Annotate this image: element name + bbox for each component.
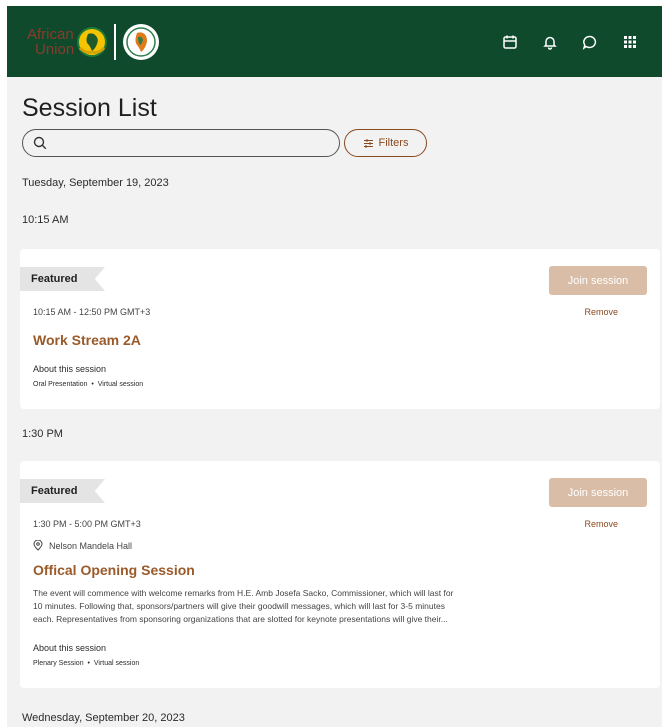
filters-button[interactable]: Filters [344, 129, 427, 157]
about-session-link[interactable]: About this session [33, 364, 106, 374]
session-tag: Oral Presentation [33, 381, 88, 388]
join-session-button[interactable]: Join session [549, 266, 647, 295]
remove-link[interactable]: Remove [584, 307, 618, 317]
description-line: The event will commence with welcome rem… [33, 588, 454, 598]
tag-separator: • [85, 660, 92, 667]
logo-wordmark: African Union [27, 27, 74, 57]
search-box[interactable] [22, 129, 340, 157]
search-input[interactable] [53, 135, 313, 151]
time-slot-heading: 10:15 AM [22, 214, 69, 226]
chat-icon[interactable] [570, 30, 610, 54]
description-line: 10 minutes. Following that, sponsors/par… [33, 601, 445, 611]
session-card[interactable]: Featured Join session Remove 10:15 AM - … [20, 249, 660, 409]
time-slot-heading: 1:30 PM [22, 428, 63, 440]
filters-label: Filters [378, 137, 409, 149]
session-description: The event will commence with welcome rem… [33, 587, 533, 626]
join-session-button[interactable]: Join session [549, 478, 647, 507]
session-tag: Virtual session [97, 381, 144, 388]
location-name: Nelson Mandela Hall [49, 540, 133, 551]
top-navigation-bar: African Union [7, 6, 662, 77]
session-tag: Virtual session [93, 660, 140, 667]
header-actions [490, 30, 650, 54]
about-session-link[interactable]: About this session [33, 643, 106, 653]
organization-logo[interactable]: African Union [27, 21, 160, 63]
app-frame: African Union Session List Filters Tuesd… [7, 6, 662, 727]
description-line: each. Representatives from sponsoring or… [33, 614, 448, 624]
session-tags: Oral Presentation • Virtual session [33, 381, 143, 388]
tag-separator: • [89, 381, 96, 388]
featured-badge: Featured [20, 267, 105, 291]
featured-badge: Featured [20, 479, 105, 503]
page-title: Session List [22, 94, 157, 122]
session-location: Nelson Mandela Hall [33, 540, 132, 551]
search-icon [33, 136, 47, 150]
african-union-emblem-icon [77, 27, 108, 57]
session-title[interactable]: Offical Opening Session [33, 562, 195, 578]
session-card[interactable]: Featured Join session Remove 1:30 PM - 5… [20, 461, 660, 688]
session-title[interactable]: Work Stream 2A [33, 332, 141, 348]
logo-divider [114, 24, 117, 60]
logo-text-line2: Union [35, 41, 75, 58]
remove-link[interactable]: Remove [584, 519, 618, 529]
session-time-range: 10:15 AM - 12:50 PM GMT+3 [33, 307, 151, 317]
logo-text-line1: African [27, 26, 74, 43]
location-pin-icon [33, 540, 43, 551]
session-tag: Plenary Session [33, 660, 84, 667]
commission-seal-icon [123, 24, 160, 60]
apps-grid-icon[interactable] [610, 30, 650, 54]
bell-icon[interactable] [530, 30, 570, 54]
filter-sliders-icon [363, 138, 373, 148]
date-heading: Tuesday, September 19, 2023 [22, 177, 169, 189]
session-time-range: 1:30 PM - 5:00 PM GMT+3 [33, 519, 141, 529]
calendar-icon[interactable] [490, 30, 530, 54]
date-heading: Wednesday, September 20, 2023 [22, 712, 185, 724]
session-tags: Plenary Session • Virtual session [33, 660, 139, 667]
